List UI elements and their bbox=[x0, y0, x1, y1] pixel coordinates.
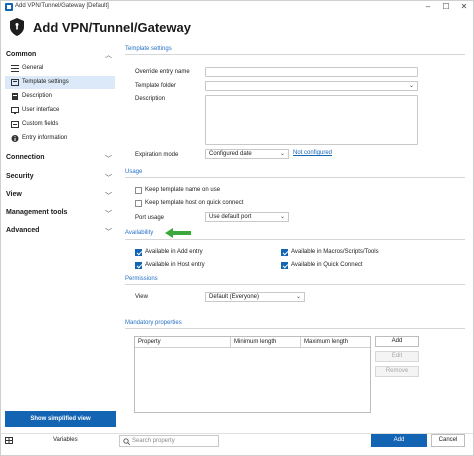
sidebar-item-entry-information[interactable]: Entry information bbox=[5, 132, 115, 145]
view-permission-select[interactable]: Default (Everyone) ⌄ bbox=[205, 292, 305, 302]
view-permission-label: View bbox=[135, 294, 148, 300]
available-quick-connect-checkbox[interactable] bbox=[281, 262, 288, 269]
window-title: Add VPN/Tunnel/Gateway [Default] bbox=[15, 3, 109, 9]
green-arrow-icon bbox=[165, 228, 191, 238]
group-title-availability: Availability bbox=[125, 230, 154, 236]
chevron-down-icon: ⌄ bbox=[295, 294, 301, 300]
expiration-mode-select[interactable]: Configured date ⌄ bbox=[205, 149, 289, 159]
column-header-maximum-length[interactable]: Maximum length bbox=[301, 337, 370, 348]
template-icon bbox=[11, 79, 19, 86]
group-title-usage: Usage bbox=[125, 169, 143, 175]
cancel-button[interactable]: Cancel bbox=[431, 434, 465, 447]
column-header-minimum-length[interactable]: Minimum length bbox=[231, 337, 301, 348]
sidebar-section-connection[interactable]: Connection bbox=[6, 154, 45, 161]
variables-icon bbox=[5, 437, 13, 444]
divider bbox=[125, 54, 465, 55]
sidebar-item-label: Custom fields bbox=[22, 121, 59, 127]
template-folder-label: Template folder bbox=[135, 83, 177, 89]
shield-icon bbox=[10, 18, 24, 36]
keep-template-host-checkbox[interactable] bbox=[135, 200, 142, 207]
chevron-down-icon[interactable]: ﹀ bbox=[105, 154, 112, 164]
expiration-mode-label: Expiration mode bbox=[135, 152, 179, 158]
divider bbox=[125, 239, 465, 240]
port-usage-value: Use default port bbox=[209, 214, 252, 220]
search-property-field[interactable]: Search property bbox=[119, 435, 219, 447]
fields-icon bbox=[11, 121, 19, 128]
minimize-icon[interactable]: – bbox=[419, 1, 437, 13]
sidebar-item-template-settings[interactable]: Template settings bbox=[5, 76, 115, 89]
sidebar-item-custom-fields[interactable]: Custom fields bbox=[5, 118, 115, 131]
chevron-down-icon: ⌄ bbox=[279, 151, 285, 157]
show-simplified-view-button[interactable]: Show simplified view bbox=[5, 411, 116, 427]
document-icon bbox=[12, 93, 18, 100]
list-icon bbox=[11, 65, 19, 72]
search-icon bbox=[123, 438, 130, 445]
divider bbox=[125, 284, 465, 285]
group-title-permissions: Permissions bbox=[125, 276, 158, 282]
chevron-up-icon[interactable]: ︿ bbox=[105, 50, 112, 60]
monitor-icon bbox=[11, 107, 19, 114]
sidebar-item-label: Description bbox=[22, 93, 53, 99]
keep-template-name-label: Keep template name on use bbox=[145, 187, 221, 193]
sidebar-item-label: Entry information bbox=[22, 135, 68, 141]
description-textarea[interactable] bbox=[205, 95, 418, 145]
keep-template-host-label: Keep template host on quick connect bbox=[145, 200, 244, 206]
override-entry-name-label: Override entry name bbox=[135, 69, 190, 75]
search-placeholder: Search property bbox=[132, 438, 175, 444]
view-permission-value: Default (Everyone) bbox=[209, 294, 260, 300]
port-usage-label: Port usage bbox=[135, 215, 165, 221]
chevron-down-icon[interactable]: ﹀ bbox=[105, 227, 112, 237]
keep-template-name-checkbox[interactable] bbox=[135, 187, 142, 194]
info-icon bbox=[11, 135, 19, 142]
app-icon bbox=[5, 3, 13, 11]
add-property-button[interactable]: Add bbox=[375, 336, 419, 347]
sidebar-section-common[interactable]: Common bbox=[6, 51, 36, 58]
sidebar-item-label: General bbox=[22, 65, 44, 71]
available-add-entry-checkbox[interactable] bbox=[135, 249, 142, 256]
sidebar-item-label: Template settings bbox=[22, 79, 69, 85]
override-entry-name-input[interactable] bbox=[205, 67, 418, 77]
available-macros-checkbox[interactable] bbox=[281, 249, 288, 256]
chevron-down-icon: ⌄ bbox=[408, 83, 414, 89]
description-label: Description bbox=[135, 96, 166, 102]
available-host-entry-checkbox[interactable] bbox=[135, 262, 142, 269]
close-icon[interactable]: ✕ bbox=[455, 1, 473, 13]
sidebar-section-view[interactable]: View bbox=[6, 191, 22, 198]
available-macros-label: Available in Macros/Scripts/Tools bbox=[291, 249, 379, 255]
remove-property-button[interactable]: Remove bbox=[375, 366, 419, 377]
dialog-window: Add VPN/Tunnel/Gateway [Default] – ☐ ✕ A… bbox=[0, 0, 474, 456]
available-quick-connect-label: Available in Quick Connect bbox=[291, 262, 363, 268]
edit-property-button[interactable]: Edit bbox=[375, 351, 419, 362]
sidebar: Common ︿ General Template settings Descr… bbox=[1, 45, 119, 433]
chevron-down-icon[interactable]: ﹀ bbox=[105, 191, 112, 201]
group-title-mandatory-properties: Mandatory properties bbox=[125, 320, 182, 326]
sidebar-item-user-interface[interactable]: User interface bbox=[5, 104, 115, 117]
sidebar-item-general[interactable]: General bbox=[5, 62, 115, 75]
divider bbox=[125, 177, 465, 178]
not-configured-link[interactable]: Not configured bbox=[293, 150, 332, 156]
chevron-down-icon: ⌄ bbox=[279, 214, 285, 220]
group-title-template-settings: Template settings bbox=[125, 46, 172, 52]
available-add-entry-label: Available in Add entry bbox=[145, 249, 203, 255]
expiration-mode-value: Configured date bbox=[209, 151, 252, 157]
chevron-down-icon[interactable]: ﹀ bbox=[105, 209, 112, 219]
sidebar-item-label: User interface bbox=[22, 107, 60, 113]
mandatory-properties-grid[interactable]: Property Minimum length Maximum length bbox=[134, 336, 371, 413]
chevron-down-icon[interactable]: ﹀ bbox=[105, 173, 112, 183]
sidebar-section-advanced[interactable]: Advanced bbox=[6, 227, 39, 234]
sidebar-section-management-tools[interactable]: Management tools bbox=[6, 209, 67, 216]
page-title: Add VPN/Tunnel/Gateway bbox=[33, 20, 191, 35]
title-bar: Add VPN/Tunnel/Gateway [Default] – ☐ ✕ bbox=[1, 1, 473, 13]
column-header-property[interactable]: Property bbox=[135, 337, 231, 348]
add-button[interactable]: Add bbox=[371, 434, 427, 447]
maximize-icon[interactable]: ☐ bbox=[437, 1, 455, 13]
available-host-entry-label: Available in Host entry bbox=[145, 262, 205, 268]
variables-button[interactable]: Variables bbox=[53, 437, 78, 443]
sidebar-section-security[interactable]: Security bbox=[6, 173, 34, 180]
divider bbox=[125, 328, 465, 329]
sidebar-item-description[interactable]: Description bbox=[5, 90, 115, 103]
port-usage-select[interactable]: Use default port ⌄ bbox=[205, 212, 289, 222]
template-folder-select[interactable]: ⌄ bbox=[205, 81, 418, 91]
